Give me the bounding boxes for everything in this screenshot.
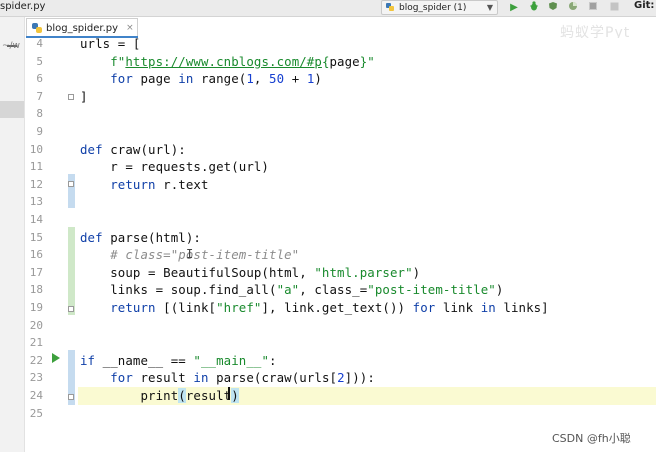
- fold-marker[interactable]: [68, 394, 74, 400]
- code-line[interactable]: 24 print(result): [30, 387, 656, 405]
- title-bar: spider.py blog_spider (1) ▼ ▶ Git:: [0, 0, 656, 17]
- line-number: 24: [29, 389, 43, 402]
- code-line[interactable]: 5 f"https://www.cnblogs.com/#p{page}": [0, 53, 656, 71]
- code-text: print(result): [80, 388, 239, 403]
- code-text: ]: [80, 88, 88, 104]
- line-number: 10: [29, 142, 43, 156]
- code-line[interactable]: 16 # class="post-item-title": [0, 246, 656, 264]
- fold-marker[interactable]: [68, 306, 74, 312]
- line-number: 13: [29, 195, 43, 209]
- code-text: for page in range(1, 50 + 1): [110, 71, 322, 87]
- coverage-icon: [548, 1, 558, 14]
- code-line[interactable]: 10 def craw(url):: [0, 141, 656, 159]
- code-line[interactable]: 9: [0, 123, 656, 141]
- vcs-change-marker: [68, 227, 75, 315]
- mouse-ibeam-icon: I: [186, 247, 194, 261]
- line-number: 21: [29, 336, 43, 350]
- code-text: r = requests.get(url): [80, 159, 269, 175]
- line-number: 5: [36, 54, 43, 68]
- code-line[interactable]: 23 for result in parse(craw(urls[2])):: [0, 369, 656, 387]
- line-number: 8: [36, 107, 43, 121]
- code-text: def parse(html):: [80, 229, 201, 245]
- code-line[interactable]: 12 return r.text: [0, 176, 656, 194]
- run-icon: ▶: [510, 2, 518, 13]
- code-line[interactable]: 4 urls = [: [0, 35, 656, 53]
- code-line[interactable]: 11 r = requests.get(url): [0, 158, 656, 176]
- line-number: 6: [36, 72, 43, 86]
- fold-marker[interactable]: [68, 94, 74, 100]
- code-line[interactable]: 7]: [0, 88, 656, 106]
- run-configuration-label: blog_spider (1): [399, 2, 467, 13]
- code-text: for result in parse(craw(urls[2])):: [110, 370, 375, 386]
- line-number: 18: [29, 283, 43, 297]
- line-number: 7: [36, 89, 43, 103]
- vcs-change-marker: [68, 174, 75, 208]
- code-line[interactable]: 17 soup = BeautifulSoup(html, "html.pars…: [0, 264, 656, 282]
- code-line[interactable]: 20: [0, 317, 656, 335]
- run-button[interactable]: ▶: [507, 0, 521, 15]
- code-line[interactable]: 13: [0, 193, 656, 211]
- line-number: 9: [36, 125, 43, 138]
- code-line[interactable]: 14: [0, 211, 656, 229]
- code-line[interactable]: 21: [0, 334, 656, 352]
- concurrency-button[interactable]: [586, 0, 600, 15]
- debug-bug-icon: [529, 1, 539, 14]
- line-number: 22: [29, 353, 43, 367]
- git-label[interactable]: Git:: [634, 0, 654, 11]
- profile-button[interactable]: [566, 0, 580, 15]
- line-number: 12: [29, 177, 43, 191]
- line-number: 17: [29, 265, 43, 279]
- stop-icon: [610, 2, 619, 14]
- code-text: soup = BeautifulSoup(html, "html.parser"…: [80, 264, 421, 280]
- fold-marker[interactable]: [68, 181, 74, 187]
- coverage-button[interactable]: [546, 0, 560, 15]
- code-line[interactable]: 8: [0, 105, 656, 123]
- code-text: if __name__ == "__main__":: [80, 352, 277, 368]
- code-text: def craw(url):: [80, 141, 186, 157]
- tab-label: blog_spider.py: [46, 22, 119, 34]
- chevron-down-icon: ▼: [486, 3, 493, 12]
- code-line[interactable]: 22 if __name__ == "__main__":: [0, 352, 656, 370]
- window-file-title: spider.py: [0, 1, 46, 12]
- csdn-watermark: CSDN @fh小聪: [552, 432, 631, 445]
- code-line[interactable]: 18 links = soup.find_all("a", class_="po…: [0, 281, 656, 299]
- run-configuration-select[interactable]: blog_spider (1) ▼: [381, 0, 498, 15]
- code-line[interactable]: 15 def parse(html):: [0, 229, 656, 247]
- code-text: urls = [: [80, 36, 141, 51]
- code-line[interactable]: 25: [0, 405, 656, 423]
- profile-icon: [568, 1, 578, 14]
- line-number: 11: [29, 160, 43, 174]
- line-number: 23: [29, 371, 43, 385]
- line-number: 20: [29, 318, 43, 332]
- line-number: 16: [29, 248, 43, 262]
- python-file-icon: [32, 23, 42, 33]
- line-number: 4: [36, 37, 43, 50]
- code-text: return [(link["href"], link.get_text()) …: [110, 300, 549, 315]
- line-number: 19: [29, 301, 43, 314]
- python-file-icon: [386, 3, 395, 12]
- line-number: 14: [29, 213, 43, 226]
- text-cursor: [228, 387, 230, 400]
- code-text: return r.text: [110, 176, 209, 192]
- line-number: 25: [29, 406, 43, 420]
- code-text: f"https://www.cnblogs.com/#p{page}": [110, 53, 375, 69]
- code-line[interactable]: 19 return [(link["href"], link.get_text(…: [0, 299, 656, 317]
- stop-button[interactable]: [607, 0, 621, 15]
- concurrency-icon: [588, 1, 598, 14]
- code-text: links = soup.find_all("a", class_="post-…: [80, 282, 504, 298]
- close-icon[interactable]: ×: [126, 23, 134, 33]
- debug-button[interactable]: [527, 0, 541, 15]
- run-gutter-icon[interactable]: [52, 353, 60, 363]
- code-line[interactable]: 6 for page in range(1, 50 + 1): [0, 70, 656, 88]
- line-number: 15: [29, 230, 43, 244]
